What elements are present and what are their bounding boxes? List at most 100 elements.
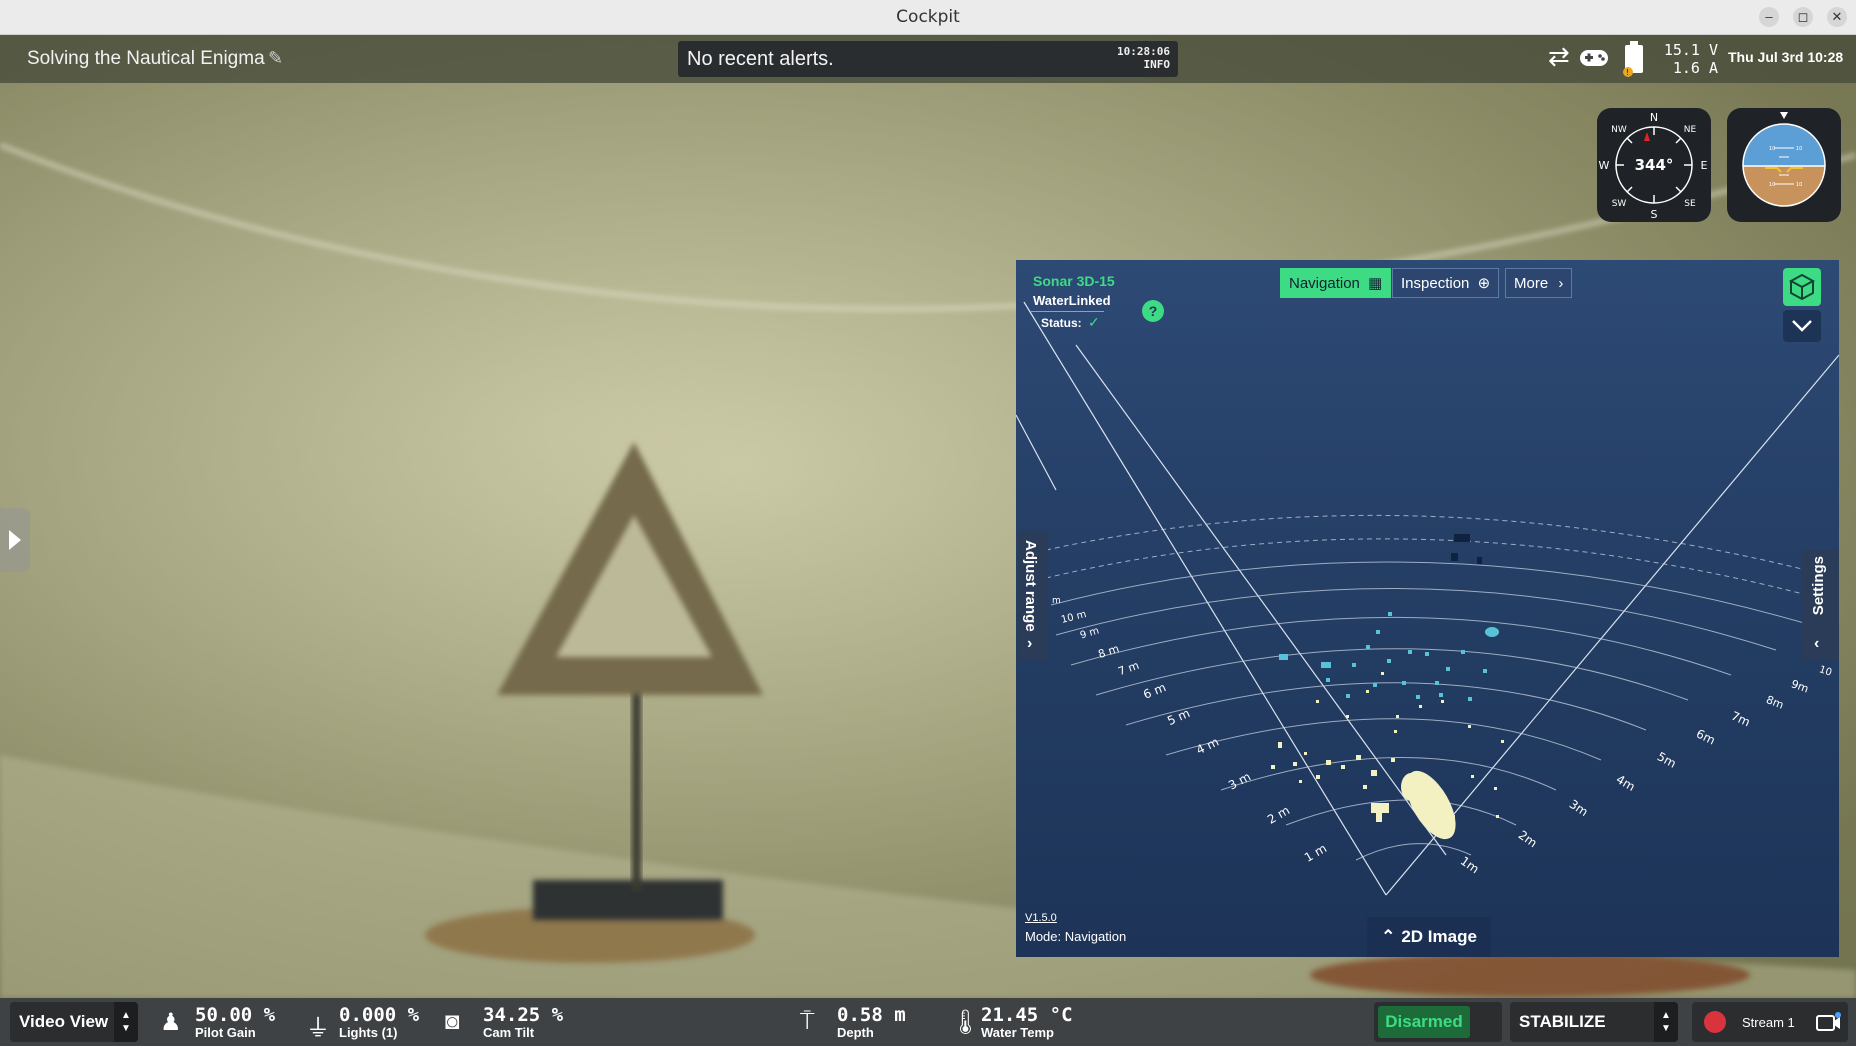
swap-icon[interactable]: ⇄ — [1548, 41, 1570, 72]
settings-tab[interactable]: Settings ‹ — [1802, 550, 1839, 660]
pitch-mark-a: 10 — [1769, 146, 1775, 152]
arm-state[interactable]: Disarmed — [1378, 1006, 1470, 1038]
compass-s: S — [1651, 208, 1658, 221]
left-drawer-toggle[interactable] — [0, 508, 30, 572]
cam-tilt-label: Cam Tilt — [483, 1025, 535, 1040]
compass-n: N — [1650, 111, 1658, 124]
map-icon: ▦ — [1368, 275, 1383, 292]
chevron-right-icon — [9, 530, 21, 550]
current-value: 1.6 A — [1672, 59, 1718, 77]
sonar-status-label: Status: — [1041, 316, 1082, 330]
arm-control[interactable]: Disarmed — [1374, 1002, 1502, 1042]
flashlight-icon: ⏚ — [306, 1015, 330, 1042]
window-title: Cockpit — [896, 7, 960, 27]
tab-inspection-label: Inspection — [1401, 275, 1470, 292]
compass-dial: N S W E NW NE SW SE 344° — [1599, 111, 1708, 221]
range-label-l5: 5 m — [1165, 705, 1192, 729]
range-label-r8: 8m — [1764, 693, 1786, 712]
maximize-button[interactable]: ◻ — [1793, 7, 1813, 27]
range-label-r5: 5m — [1654, 749, 1679, 771]
lights-value: 0.000 % — [339, 1004, 420, 1026]
2d-image-label: 2D Image — [1401, 927, 1477, 946]
compass-nw: NW — [1611, 125, 1627, 135]
adjust-range-label: Adjust range — [1022, 540, 1039, 632]
range-label-l9: 9 m — [1078, 625, 1101, 642]
range-label-r7: 7m — [1728, 708, 1753, 730]
attitude-indicator: 10 10 10 10 — [1742, 112, 1826, 207]
pitch-mark-d: 10 — [1796, 182, 1802, 188]
edit-icon[interactable]: ✎ — [268, 48, 283, 69]
pilot-gain-value: 50.00 % — [195, 1004, 276, 1026]
depth-icon: ⍑ — [800, 1008, 815, 1035]
alert-message: No recent alerts. — [687, 48, 834, 70]
bottom-bar: Video View ▲ ▼ ♟ 50.00 % Pilot Gain ⏚ 0.0… — [0, 998, 1856, 1046]
tab-more-label: More — [1514, 275, 1549, 292]
sonar-brand: WaterLinked — [1033, 293, 1111, 308]
tab-inspection[interactable]: Inspection ⊕ — [1392, 268, 1500, 298]
chevron-up-icon: ⌃ — [1381, 927, 1396, 946]
range-label-l6: 6 m — [1141, 680, 1168, 702]
stream-control[interactable]: Stream 1 — [1692, 1002, 1848, 1042]
minimize-button[interactable]: – — [1759, 7, 1779, 27]
2d-image-toggle[interactable]: ⌃ 2D Image — [1367, 917, 1491, 957]
attitude-widget[interactable]: 10 10 10 10 — [1727, 108, 1841, 222]
sonar-panel[interactable]: 1 m 2 m 3 m 4 m 5 m 6 m 7 m 8 m 9 m 10 m… — [1016, 260, 1839, 957]
compass-w: W — [1599, 159, 1610, 172]
alert-timestamp: 10:28:06 INFO — [1117, 45, 1170, 71]
depth-label: Depth — [837, 1025, 874, 1040]
gamepad-icon[interactable] — [1579, 47, 1609, 69]
svg-text:!: ! — [1626, 68, 1629, 77]
chevron-right-icon: › — [1027, 635, 1033, 652]
tab-more[interactable]: More › — [1505, 268, 1573, 298]
help-icon[interactable]: ? — [1142, 300, 1164, 322]
chevron-left-icon: ‹ — [1814, 635, 1820, 652]
compass-widget[interactable]: N S W E NW NE SW SE 344° — [1597, 108, 1711, 222]
collapse-button[interactable] — [1783, 310, 1821, 342]
view-stepper-icon[interactable]: ▲ ▼ — [114, 1002, 138, 1042]
compass-ne: NE — [1684, 125, 1697, 135]
range-label-l8: 8 m — [1096, 642, 1121, 661]
power-readout: 15.1 V 1.6 A — [1662, 41, 1718, 77]
battery-icon: ! — [1623, 41, 1643, 77]
alert-level: INFO — [1143, 58, 1171, 71]
settings-label: Settings — [1810, 556, 1827, 616]
sonar-version[interactable]: V1.5.0 — [1025, 912, 1057, 924]
compass-heading: 344° — [1635, 156, 1674, 174]
lights-label: Lights (1) — [339, 1025, 398, 1040]
compass-e: E — [1701, 159, 1708, 172]
chevron-right-icon: › — [1558, 275, 1564, 292]
range-label-r2: 2m — [1515, 827, 1540, 851]
range-label-l3: 3 m — [1226, 769, 1254, 793]
close-button[interactable]: ✕ — [1827, 7, 1847, 27]
record-icon[interactable] — [1704, 1011, 1726, 1033]
sonar-divider — [1030, 311, 1104, 312]
thermometer-icon: 🌡︎ — [950, 1009, 981, 1036]
sonar-range-labels: 1 m 2 m 3 m 4 m 5 m 6 m 7 m 8 m 9 m 10 m… — [1016, 260, 1839, 957]
range-label-l4: 4 m — [1194, 734, 1222, 758]
sonar-mode: Mode: Navigation — [1025, 929, 1127, 944]
adjust-range-tab[interactable]: Adjust range › — [1018, 532, 1048, 660]
range-label-l10: 10 m — [1060, 609, 1088, 626]
pilot-gain-icon: ♟ — [160, 1009, 182, 1036]
3d-view-button[interactable] — [1783, 268, 1821, 306]
alert-bar[interactable]: No recent alerts. 10:28:06 INFO — [678, 41, 1178, 77]
tab-navigation[interactable]: Navigation ▦ — [1280, 268, 1392, 298]
compass-sw: SW — [1612, 199, 1627, 209]
mission-name: Solving the Nautical Enigma — [27, 48, 265, 69]
range-label-r10: 10 — [1817, 664, 1834, 679]
view-name: Video View — [19, 1012, 109, 1031]
range-label-r4: 4m — [1613, 772, 1638, 794]
cube-icon — [1788, 273, 1816, 301]
flight-mode-stepper-icon[interactable]: ▲ ▼ — [1654, 1002, 1678, 1042]
video-stream-icon[interactable] — [1816, 1011, 1842, 1033]
depth-value: 0.58 m — [837, 1004, 906, 1026]
camera-tilt-icon: ◙ — [445, 1008, 460, 1035]
range-label-r3: 3m — [1566, 796, 1591, 820]
view-selector[interactable]: Video View ▲ ▼ — [10, 1002, 138, 1042]
flight-mode: STABILIZE — [1519, 1012, 1606, 1031]
flight-mode-selector[interactable]: STABILIZE ▲ ▼ — [1510, 1002, 1678, 1042]
pitch-mark-b: 10 — [1796, 146, 1802, 152]
range-label-l1: 1 m — [1302, 841, 1330, 865]
water-temp-label: Water Temp — [981, 1025, 1054, 1040]
range-label-l2: 2 m — [1265, 803, 1293, 827]
